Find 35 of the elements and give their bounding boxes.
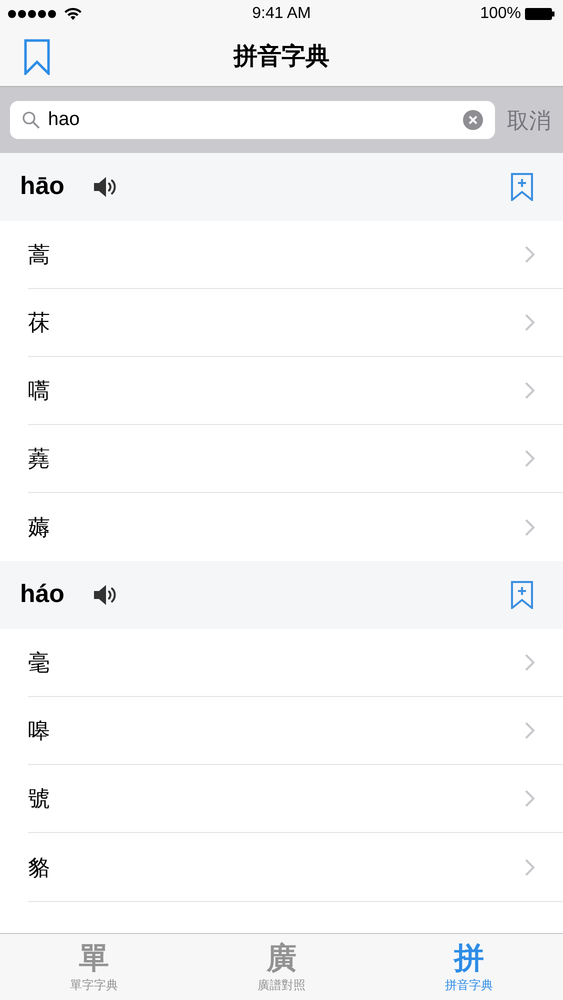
bookmark-icon[interactable] bbox=[24, 39, 50, 75]
character-row[interactable]: 毫 bbox=[28, 629, 563, 697]
battery-icon bbox=[525, 7, 555, 21]
chevron-icon bbox=[525, 246, 535, 263]
status-time: 9:41 AM bbox=[252, 4, 311, 24]
chevron-icon bbox=[525, 518, 535, 536]
chevron-icon bbox=[525, 382, 535, 399]
wifi-icon bbox=[64, 8, 82, 20]
chevron-icon bbox=[525, 654, 535, 671]
search-field[interactable]: hao bbox=[10, 101, 495, 139]
character-row[interactable]: 薅 bbox=[28, 493, 563, 561]
character-row[interactable]: 貉 bbox=[28, 833, 563, 901]
character-row[interactable]: 蒿 bbox=[28, 221, 563, 289]
bookmark-add-icon[interactable] bbox=[511, 581, 533, 609]
nav-title: 拼音字典 bbox=[234, 42, 330, 72]
search-icon bbox=[22, 111, 40, 129]
bookmark-add-icon[interactable] bbox=[511, 173, 533, 201]
tab-icon: 廣 bbox=[266, 941, 296, 977]
battery-percent: 100% bbox=[480, 4, 521, 24]
character-row[interactable]: 嚆 bbox=[28, 357, 563, 425]
tab-icon: 單 bbox=[78, 941, 109, 977]
character-row[interactable]: 號 bbox=[28, 765, 563, 833]
chevron-icon bbox=[525, 790, 535, 807]
chevron-icon bbox=[525, 450, 535, 467]
chevron-icon bbox=[525, 314, 535, 331]
chevron-icon bbox=[525, 858, 535, 876]
tab-icon: 拼 bbox=[454, 941, 484, 977]
chevron-icon bbox=[525, 722, 535, 739]
character-row[interactable]: 茠 bbox=[28, 289, 563, 357]
signal-icon bbox=[8, 10, 56, 18]
character-row[interactable]: 嗥 bbox=[28, 697, 563, 765]
pinyin-label: hāo bbox=[20, 171, 64, 202]
pinyin-label: háo bbox=[20, 579, 64, 610]
character-row[interactable]: 蕘 bbox=[28, 425, 563, 493]
clear-icon[interactable] bbox=[463, 110, 483, 130]
